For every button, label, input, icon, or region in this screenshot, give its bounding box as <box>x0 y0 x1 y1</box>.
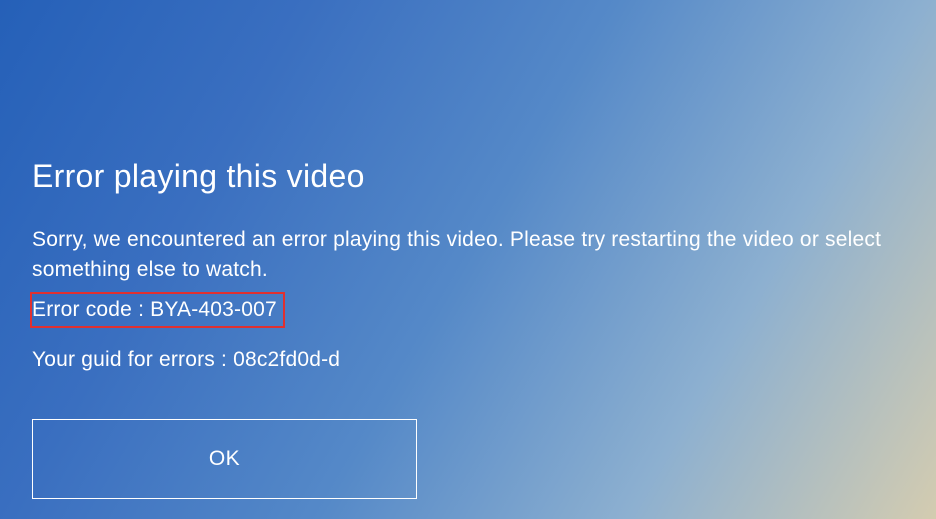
error-code-highlight: Error code : BYA-403-007 <box>30 292 285 328</box>
ok-button[interactable]: OK <box>32 419 417 499</box>
ok-button-label: OK <box>209 447 240 471</box>
error-code: Error code : BYA-403-007 <box>32 298 277 321</box>
error-title: Error playing this video <box>32 158 904 195</box>
error-guid: Your guid for errors : 08c2fd0d-d <box>32 348 904 372</box>
error-message: Sorry, we encountered an error playing t… <box>32 225 904 286</box>
error-dialog: Error playing this video Sorry, we encou… <box>0 0 936 372</box>
